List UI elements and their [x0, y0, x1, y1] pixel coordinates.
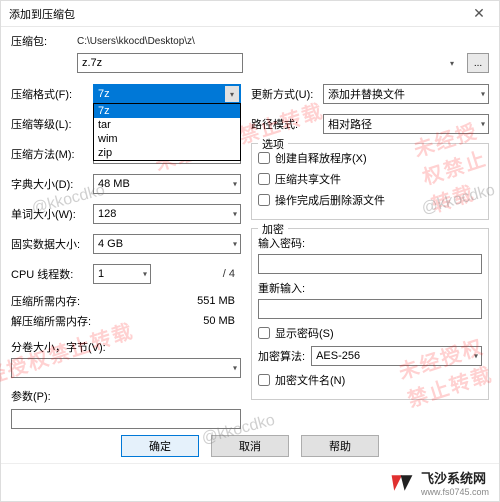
archive-filename-input[interactable] [77, 53, 243, 73]
archive-label: 压缩包: [11, 33, 71, 49]
solid-label: 固实数据大小: [11, 236, 93, 252]
show-password-checkbox[interactable]: 显示密码(S) [258, 325, 482, 341]
ok-button[interactable]: 确定 [121, 435, 199, 457]
browse-button[interactable]: ... [467, 53, 489, 73]
chevron-down-icon: ▾ [481, 90, 485, 99]
window-title: 添加到压缩包 [9, 6, 459, 22]
format-dropdown[interactable]: 7z tar wim zip [93, 103, 241, 161]
dict-select[interactable]: 48 MB▾ [93, 174, 241, 194]
split-label: 分卷大小，字节(V): [11, 339, 241, 355]
pathmode-label: 路径模式: [251, 116, 323, 132]
format-option-zip[interactable]: zip [94, 146, 240, 160]
format-select[interactable]: 7z▾ [93, 84, 241, 104]
help-button[interactable]: 帮助 [301, 435, 379, 457]
format-option-tar[interactable]: tar [94, 118, 240, 132]
split-select[interactable]: ▾ [11, 358, 241, 378]
algo-label: 加密算法: [258, 348, 305, 364]
pwd-label: 输入密码: [258, 235, 482, 251]
mem-decomp-value: 50 MB [93, 315, 241, 327]
params-label: 参数(P): [11, 388, 241, 404]
password-confirm-input[interactable] [258, 299, 482, 319]
mem-comp-value: 551 MB [93, 295, 241, 307]
chevron-down-icon: ▾ [233, 180, 237, 189]
cpu-label: CPU 线程数: [11, 266, 93, 282]
brand-url: www.fs0745.com [421, 487, 489, 497]
format-label: 压缩格式(F): [11, 86, 93, 102]
chevron-down-icon: ▾ [143, 270, 147, 279]
encrypt-legend: 加密 [258, 221, 288, 237]
close-icon[interactable]: ✕ [459, 1, 499, 27]
mem-decomp-label: 解压缩所需内存: [11, 313, 93, 329]
chevron-down-icon: ▾ [481, 120, 485, 129]
password-input[interactable] [258, 254, 482, 274]
options-legend: 选项 [258, 136, 288, 152]
word-label: 单词大小(W): [11, 206, 93, 222]
brand-logo-icon [389, 470, 415, 496]
cancel-button[interactable]: 取消 [211, 435, 289, 457]
chevron-down-icon[interactable]: ▾ [445, 55, 459, 71]
dict-label: 字典大小(D): [11, 176, 93, 192]
pwd2-label: 重新输入: [258, 280, 482, 296]
sfx-checkbox[interactable]: 创建自释放程序(X) [258, 150, 482, 166]
format-option-wim[interactable]: wim [94, 132, 240, 146]
params-input[interactable] [11, 409, 241, 429]
mem-comp-label: 压缩所需内存: [11, 293, 93, 309]
solid-select[interactable]: 4 GB▾ [93, 234, 241, 254]
chevron-down-icon: ▾ [233, 240, 237, 249]
pathmode-select[interactable]: 相对路径▾ [323, 114, 489, 134]
cpu-total: / 4 [157, 268, 241, 280]
archive-path: C:\Users\kkocd\Desktop\z\ [77, 36, 489, 47]
cpu-select[interactable]: 1▾ [93, 264, 151, 284]
algo-select[interactable]: AES-256▾ [311, 346, 482, 366]
word-select[interactable]: 128▾ [93, 204, 241, 224]
update-select[interactable]: 添加并替换文件▾ [323, 84, 489, 104]
chevron-down-icon: ▾ [233, 210, 237, 219]
format-option-7z[interactable]: 7z [94, 104, 240, 118]
encrypt-names-checkbox[interactable]: 加密文件名(N) [258, 372, 482, 388]
update-label: 更新方式(U): [251, 86, 323, 102]
chevron-down-icon: ▾ [474, 352, 478, 361]
share-checkbox[interactable]: 压缩共享文件 [258, 171, 482, 187]
chevron-down-icon: ▾ [225, 86, 239, 102]
chevron-down-icon: ▾ [233, 364, 237, 373]
brand-name: 飞沙系统网 [421, 468, 489, 487]
delete-checkbox[interactable]: 操作完成后删除源文件 [258, 192, 482, 208]
method-label: 压缩方法(M): [11, 146, 93, 162]
level-label: 压缩等级(L): [11, 116, 93, 132]
